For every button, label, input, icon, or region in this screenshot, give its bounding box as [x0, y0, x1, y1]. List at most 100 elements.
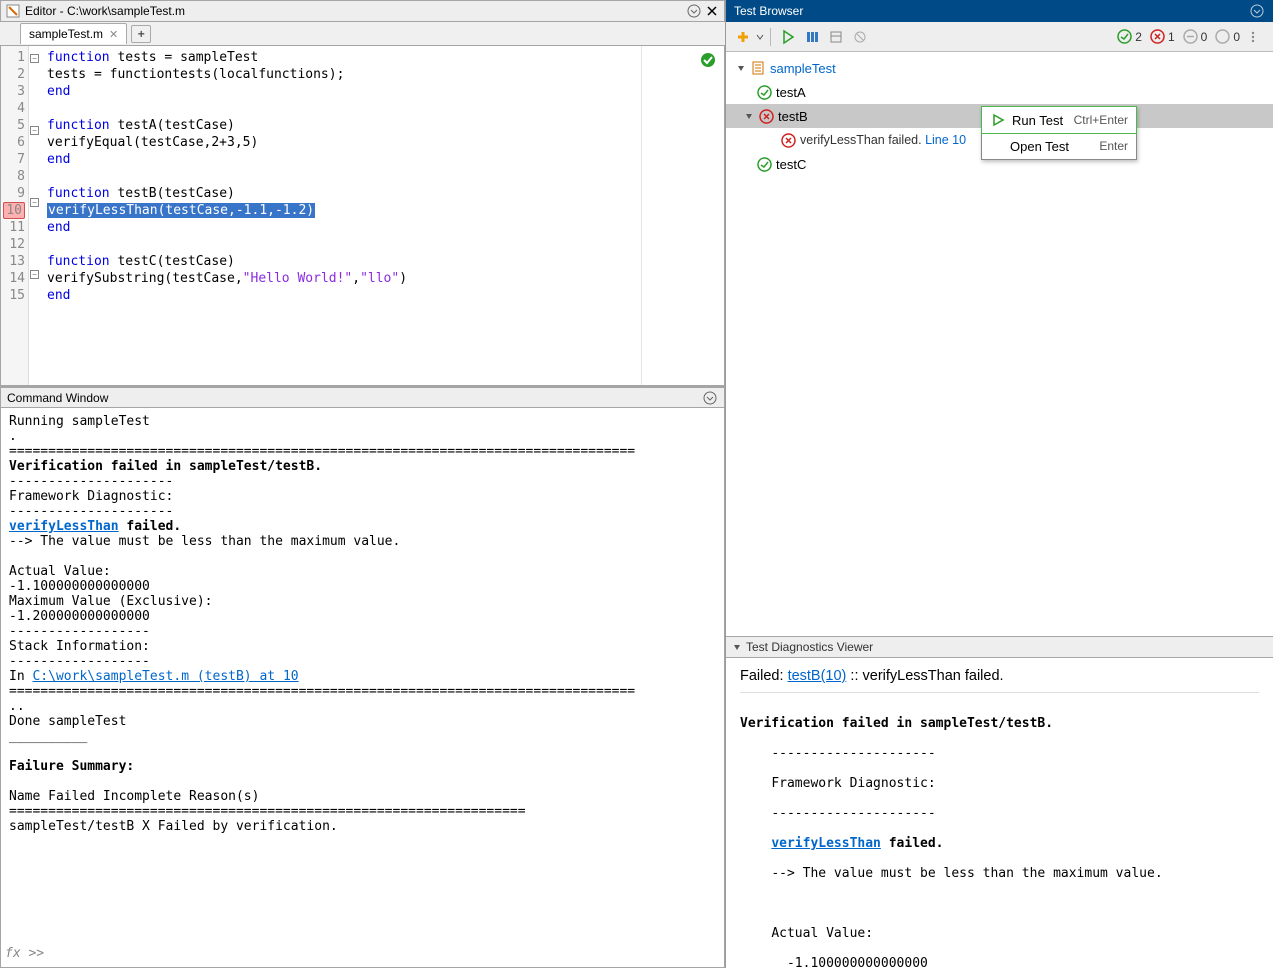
fold-icon[interactable]: − [30, 126, 39, 135]
add-tab-button[interactable]: + [131, 25, 151, 43]
fold-icon[interactable]: − [30, 270, 39, 279]
editor-icon [5, 3, 21, 19]
dropdown-icon[interactable] [702, 390, 718, 406]
test-browser-titlebar: Test Browser [726, 0, 1273, 22]
pass-count: 2 [1117, 29, 1142, 44]
diag-line: Actual Value: [740, 926, 1259, 941]
editor-tab-bar: sampleTest.m ✕ + [0, 22, 725, 46]
expander-icon[interactable] [732, 642, 742, 652]
editor-body[interactable]: 1 2 3 4 5 6 7 8 9 10 11 12 13 14 15 − − [0, 46, 725, 386]
diag-line: Framework Diagnostic: [740, 776, 1259, 791]
test-row-testA[interactable]: testA [726, 80, 1273, 104]
menu-shortcut: Enter [1099, 139, 1128, 153]
test-label: testB [778, 109, 808, 124]
menu-label: Run Test [1012, 113, 1068, 128]
run-button[interactable] [777, 26, 799, 48]
code-text: testA(testCase) [110, 118, 235, 133]
test-label: testA [776, 85, 806, 100]
settings-button[interactable] [825, 26, 847, 48]
diag-line: verifyLessThan failed. [740, 836, 1259, 851]
cw-line: Maximum Value (Exclusive): [9, 594, 716, 609]
diagnostics-summary: Failed: testB(10) :: verifyLessThan fail… [740, 668, 1259, 693]
editor-gutter: 1 2 3 4 5 6 7 8 9 10 11 12 13 14 15 [1, 46, 29, 385]
dropdown-icon[interactable] [1249, 3, 1265, 19]
diag-line: --> The value must be less than the maxi… [740, 866, 1259, 881]
pass-icon [756, 156, 772, 172]
code-kw: end [47, 84, 70, 99]
suite-label: sampleTest [770, 61, 836, 76]
command-window-title: Command Window [7, 391, 702, 405]
notrun-count: 0 [1215, 29, 1240, 44]
fold-icon[interactable]: − [30, 54, 39, 63]
diagnostics-header[interactable]: Test Diagnostics Viewer [726, 636, 1273, 658]
failure-line-link[interactable]: Line 10 [925, 133, 966, 147]
dropdown-arrow-icon[interactable] [756, 29, 764, 45]
code-string: "llo" [360, 271, 399, 286]
tab-close-icon[interactable]: ✕ [109, 28, 118, 41]
test-browser-title: Test Browser [734, 4, 1249, 18]
code-text: tests = functiontests(localfunctions); [47, 67, 724, 84]
menu-shortcut: Ctrl+Enter [1074, 113, 1128, 127]
diag-line [740, 896, 1259, 911]
diagnostics-title: Test Diagnostics Viewer [746, 640, 873, 654]
cw-line: ------------------ [9, 624, 716, 639]
diagnostics-title-link[interactable]: testB(10) [788, 668, 847, 684]
context-menu-run-test[interactable]: Run Test Ctrl+Enter [981, 106, 1137, 134]
diag-line: Verification failed in sampleTest/testB. [740, 716, 1259, 731]
more-options-button[interactable] [1245, 26, 1267, 48]
cw-line: Failure Summary: [9, 759, 716, 774]
fail-icon [758, 108, 774, 124]
code-text: testC(testCase) [110, 254, 235, 269]
diag-line: --------------------- [740, 806, 1259, 821]
code-text: , [352, 271, 360, 286]
cw-line: .. [9, 699, 716, 714]
editor-tab[interactable]: sampleTest.m ✕ [20, 23, 127, 44]
test-suite-row[interactable]: sampleTest [726, 56, 1273, 80]
cw-line: verifyLessThan failed. [9, 519, 716, 534]
cw-line [9, 774, 716, 789]
debug-button[interactable] [849, 26, 871, 48]
command-window-body[interactable]: Running sampleTest . ===================… [0, 408, 725, 968]
run-icon [990, 112, 1006, 128]
code-string: "Hello World!" [243, 271, 353, 286]
cw-line: ------------------ [9, 654, 716, 669]
close-icon[interactable] [704, 3, 720, 19]
expander-icon[interactable] [744, 111, 754, 121]
cw-line: --------------------- [9, 504, 716, 519]
verifylessthan-link[interactable]: verifyLessThan [9, 519, 119, 534]
pending-count: 0 [1183, 29, 1208, 44]
add-tests-button[interactable] [732, 26, 754, 48]
code-margin [641, 46, 642, 385]
error-line-marker[interactable]: 10 [1, 203, 28, 220]
test-tree[interactable]: sampleTest testA testB verifyLessThan fa… [726, 52, 1273, 636]
diag-line: -1.100000000000000 [740, 956, 1259, 968]
ok-check-icon [700, 52, 716, 68]
code-text: ) [399, 271, 407, 286]
verifylessthan-link[interactable]: verifyLessThan [771, 836, 881, 851]
test-label: testC [776, 157, 806, 172]
cw-line: Name Failed Incomplete Reason(s) [9, 789, 716, 804]
file-icon [750, 60, 766, 76]
cw-line: Framework Diagnostic: [9, 489, 716, 504]
cw-line: --------------------- [9, 474, 716, 489]
expander-icon[interactable] [736, 63, 746, 73]
fold-icon[interactable]: − [30, 198, 39, 207]
stack-link[interactable]: C:\work\sampleTest.m (testB) at 10 [32, 669, 298, 684]
cw-line: Actual Value: [9, 564, 716, 579]
cw-line: -1.200000000000000 [9, 609, 716, 624]
code-selection[interactable]: verifyLessThan(testCase,-1.1,-1.2) [47, 203, 315, 218]
coverage-button[interactable] [801, 26, 823, 48]
command-prompt[interactable]: fx >> [5, 946, 44, 961]
editor-title: Editor - C:\work\sampleTest.m [25, 4, 185, 18]
context-menu-open-test[interactable]: Open Test Enter [982, 133, 1136, 159]
cw-line: ========================================… [9, 804, 716, 819]
cw-line: -1.100000000000000 [9, 579, 716, 594]
code-kw: function [47, 254, 110, 269]
editor-titlebar: Editor - C:\work\sampleTest.m [0, 0, 725, 22]
code-kw: function [47, 50, 110, 65]
cw-line: Running sampleTest [9, 414, 716, 429]
test-browser-toolbar: 2 1 0 0 [726, 22, 1273, 52]
code-area[interactable]: function tests = sampleTest tests = func… [41, 46, 724, 385]
dropdown-icon[interactable] [686, 3, 702, 19]
diagnostics-body[interactable]: Failed: testB(10) :: verifyLessThan fail… [726, 658, 1273, 968]
